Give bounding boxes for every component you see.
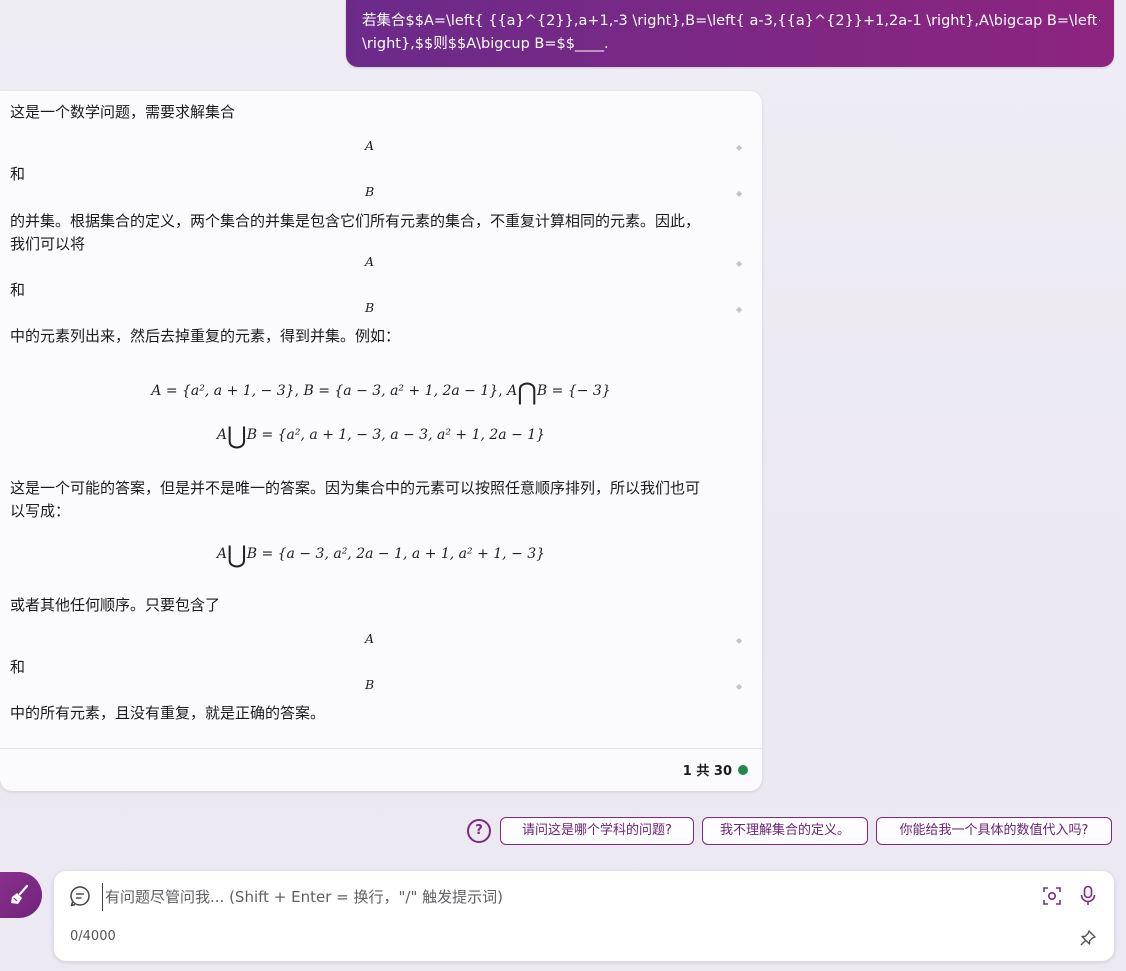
assistant-answer-card: 这是一个数学问题，需要求解集合 A ◆ 和 B ◆ 的并集。根据集合的定义，两个… — [0, 91, 762, 791]
help-circle-icon[interactable]: ? — [467, 819, 491, 843]
response-counter: 1 共 30 — [682, 764, 732, 779]
answer-paragraph-1: 这是一个数学问题，需要求解集合 — [10, 103, 236, 121]
scan-icon[interactable] — [1042, 886, 1062, 906]
eq3-right: B = {a − 3, a², 2a − 1, a + 1, a² + 1, −… — [246, 546, 546, 562]
math-dot-icon: ◆ — [736, 259, 743, 268]
suggestion-chip-2[interactable]: 我不理解集合的定义。 — [702, 817, 868, 845]
union-symbol-icon: ⋃ — [227, 541, 247, 569]
math-equation-3: A⋃B = {a − 3, a², 2a − 1, a + 1, a² + 1,… — [0, 541, 762, 569]
math-dot-icon: ◆ — [736, 143, 743, 152]
user-message-line1: 若集合$$A=\left{ {{a}^{2}},a+1,-3 \right},B… — [362, 13, 1100, 29]
answer-and: 和 — [10, 281, 26, 299]
math-equation-1: A = {a², a + 1, − 3}, B = {a − 3, a² + 1… — [151, 378, 611, 406]
suggestion-chip-3[interactable]: 你能给我一个具体的数值代入吗? — [876, 817, 1112, 845]
eq1-b-def: B = {a − 3, a² + 1, 2a − 1} — [303, 383, 499, 399]
answer-paragraph-3: 中的元素列出来，然后去掉重复的元素，得到并集。例如： — [10, 327, 401, 345]
user-message-line2: \right},$$则$$A\bigcup B=$$____. — [362, 36, 609, 52]
math-variable-a: A — [365, 138, 375, 153]
broom-icon — [11, 884, 29, 904]
character-count: 0/4000 — [70, 929, 116, 944]
eq1-inter-right: B = {− 3} — [536, 383, 611, 399]
math-equation-2: A⋃B = {a², a + 1, − 3, a − 3, a² + 1, 2a… — [0, 422, 762, 450]
eq2-right: B = {a², a + 1, − 3, a − 3, a² + 1, 2a −… — [246, 427, 546, 443]
intersection-symbol-icon: ⋂ — [517, 378, 537, 406]
math-dot-icon: ◆ — [736, 305, 743, 314]
answer-paragraph-2b: 我们可以将 — [10, 235, 86, 253]
answer-paragraph-6: 中的所有元素，且没有重复，就是正确的答案。 — [10, 704, 326, 722]
math-variable-b: B — [365, 300, 375, 315]
math-variable-b: B — [365, 184, 375, 199]
card-divider — [0, 748, 762, 749]
math-variable-a: A — [365, 254, 375, 269]
math-variable-b: B — [365, 677, 375, 692]
pin-icon[interactable] — [1079, 929, 1097, 947]
eq1-inter-left: A — [507, 383, 518, 399]
chat-bubble-icon — [70, 886, 90, 907]
math-dot-icon: ◆ — [736, 682, 743, 691]
new-topic-button[interactable] — [0, 872, 42, 918]
suggestion-chip-1[interactable]: 请问这是哪个学科的问题? — [500, 817, 694, 845]
answer-paragraph-4b: 以写成： — [10, 502, 71, 520]
union-symbol-icon: ⋃ — [227, 422, 247, 450]
answer-paragraph-2a: 的并集。根据集合的定义，两个集合的并集是包含它们所有元素的集合，不重复计算相同的… — [10, 212, 701, 230]
eq3-left: A — [216, 546, 228, 562]
answer-paragraph-5: 或者其他任何顺序。只要包含了 — [10, 596, 221, 614]
math-dot-icon: ◆ — [736, 636, 743, 645]
math-variable-a: A — [365, 631, 375, 646]
microphone-icon[interactable] — [1079, 885, 1097, 907]
chat-input[interactable] — [102, 883, 1007, 911]
eq1-a-def: A = {a², a + 1, − 3} — [151, 383, 295, 399]
eq2-left: A — [216, 427, 228, 443]
answer-paragraph-4a: 这是一个可能的答案，但是并不是唯一的答案。因为集合中的元素可以按照任意顺序排列，… — [10, 479, 701, 497]
math-dot-icon: ◆ — [736, 189, 743, 198]
user-message-bubble: 若集合$$A=\left{ {{a}^{2}},a+1,-3 \right},B… — [346, 0, 1114, 67]
answer-and: 和 — [10, 658, 26, 676]
status-dot — [738, 765, 748, 775]
chat-input-box: 0/4000 — [54, 871, 1114, 961]
answer-and: 和 — [10, 165, 26, 183]
